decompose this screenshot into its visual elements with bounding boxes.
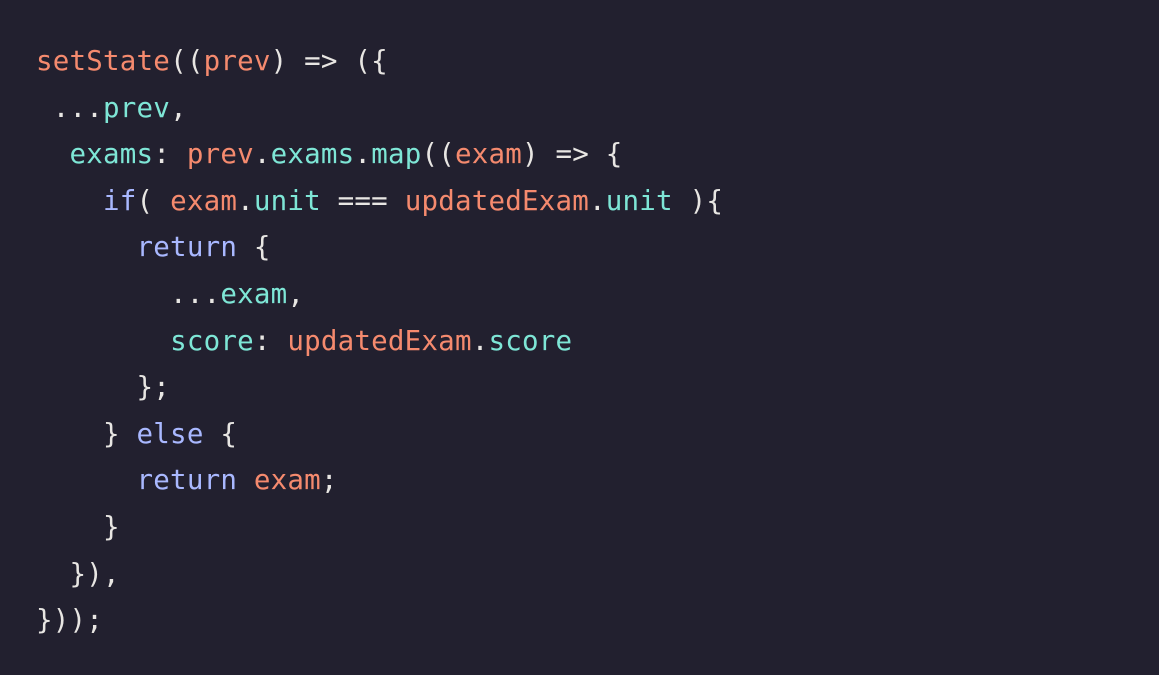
code-token-property-name: exam	[220, 277, 288, 310]
code-token-punctuation: ) => ({	[270, 45, 388, 77]
code-token-property-name: unit	[605, 184, 673, 217]
code-token-punctuation: ){	[672, 184, 724, 217]
code-line: }	[36, 504, 1159, 551]
code-token-property-name: map	[371, 138, 422, 171]
code-line: return {	[36, 224, 1159, 271]
code-line: if( exam.unit === updatedExam.unit ){	[36, 178, 1159, 225]
code-token-punctuation: }));	[36, 604, 104, 637]
code-token-punctuation: ) => {	[522, 138, 623, 171]
code-line: } else {	[36, 411, 1159, 458]
code-token-property-name: unit	[253, 184, 321, 217]
code-token-punctuation: {	[237, 231, 271, 264]
code-line: }));	[36, 597, 1159, 644]
code-token-punctuation: .	[354, 138, 372, 171]
code-token-punctuation: }	[36, 510, 120, 543]
code-token-punctuation: {	[203, 417, 238, 450]
code-token-property-name: score	[170, 324, 254, 357]
code-token-property-name: prev	[103, 91, 171, 124]
code-line: ...prev,	[36, 85, 1159, 132]
code-line: ...exam,	[36, 271, 1159, 318]
code-token-punctuation: .	[471, 324, 489, 357]
code-line: score: updatedExam.score	[36, 318, 1159, 365]
code-token-punctuation: :	[253, 324, 288, 357]
code-token-punctuation	[36, 231, 137, 263]
code-token-punctuation: ===	[320, 184, 405, 217]
code-token-punctuation	[36, 464, 137, 496]
code-token-variable-name: prev	[186, 138, 254, 171]
code-token-variable-name: updatedExam	[404, 184, 590, 217]
code-token-function-name: setState	[36, 45, 171, 77]
code-token-punctuation: ((	[421, 138, 455, 171]
code-token-punctuation: .	[253, 138, 271, 171]
code-token-variable-name: exam	[170, 184, 238, 217]
code-token-punctuation: ;	[320, 464, 338, 497]
code-token-keyword: return	[136, 231, 238, 264]
code-line: };	[36, 364, 1159, 411]
code-token-property-name: score	[488, 324, 573, 357]
code-token-punctuation	[36, 138, 70, 170]
code-token-punctuation: .	[237, 184, 254, 217]
code-token-punctuation: ((	[170, 45, 204, 77]
code-token-punctuation: ,	[287, 277, 305, 310]
code-token-variable-name: exam	[253, 464, 321, 497]
code-token-property-name: exams	[69, 138, 154, 171]
code-token-punctuation: .	[589, 184, 606, 217]
code-token-punctuation: };	[36, 371, 171, 404]
code-token-variable-name: exam	[454, 138, 523, 171]
code-token-keyword: if	[103, 184, 137, 217]
code-token-punctuation: :	[153, 138, 187, 171]
code-token-keyword: else	[136, 417, 204, 450]
code-token-punctuation	[36, 185, 103, 217]
code-line: return exam;	[36, 457, 1159, 504]
code-token-punctuation: (	[136, 184, 171, 217]
code-line: }),	[36, 551, 1159, 598]
code-token-punctuation: ,	[170, 91, 187, 124]
code-token-punctuation: }),	[36, 557, 120, 590]
code-token-keyword: return	[136, 464, 238, 497]
code-token-variable-name: updatedExam	[287, 324, 472, 357]
code-token-punctuation	[36, 325, 170, 357]
code-block: setState((prev) => ({ ...prev, exams: pr…	[0, 0, 1159, 675]
code-token-punctuation: }	[36, 417, 137, 450]
code-token-property-name: exams	[270, 138, 355, 171]
code-lines: setState((prev) => ({ ...prev, exams: pr…	[36, 38, 1159, 644]
code-token-punctuation: ...	[36, 91, 104, 124]
code-line: setState((prev) => ({	[36, 38, 1159, 85]
code-line: exams: prev.exams.map((exam) => {	[36, 131, 1159, 178]
code-token-punctuation	[237, 464, 254, 496]
code-token-variable-name: prev	[203, 45, 271, 77]
code-token-punctuation: ...	[36, 277, 221, 310]
